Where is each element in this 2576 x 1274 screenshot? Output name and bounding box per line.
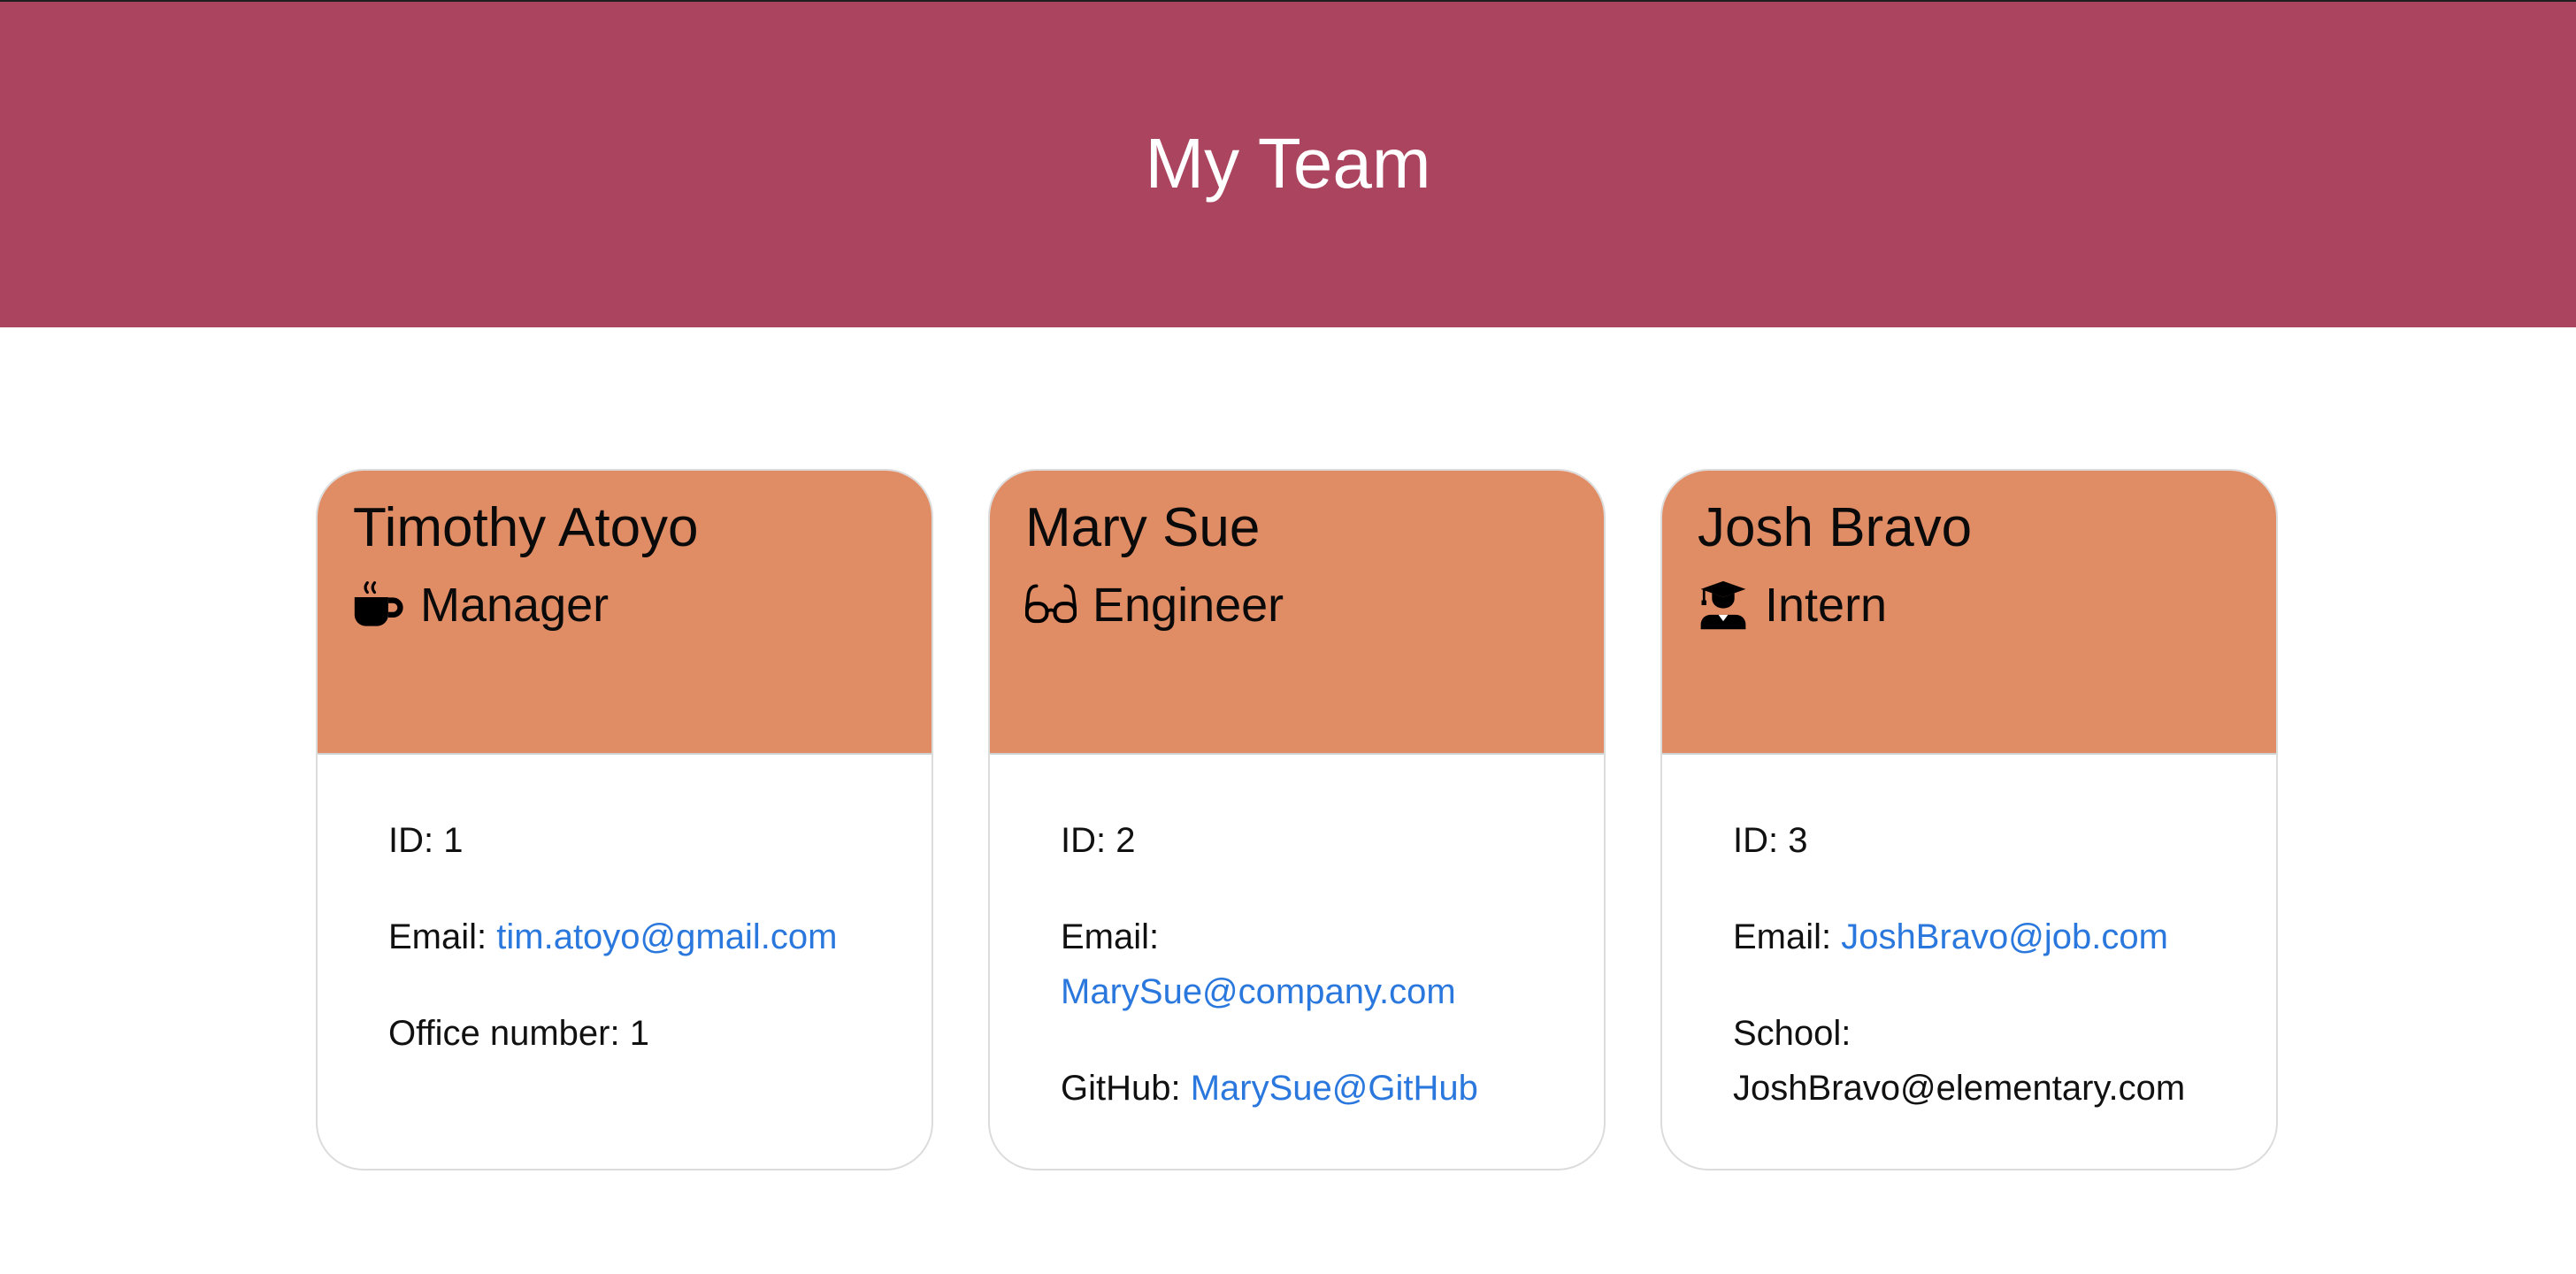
github-line: GitHub: MarySue@GitHub <box>1061 1061 1533 1116</box>
employee-email-line: Email: MarySue@company.com <box>1061 909 1533 1019</box>
glasses-icon <box>1025 579 1077 631</box>
office-number: Office number: 1 <box>388 1014 649 1053</box>
card-header: Timothy Atoyo Manager <box>318 471 932 755</box>
employee-id: ID: 2 <box>1061 821 1136 860</box>
card-body: ID: 3 Email: JoshBravo@job.com School: J… <box>1662 755 2276 1157</box>
role-label: Intern <box>1765 579 1888 632</box>
employee-role: Intern <box>1698 577 2241 633</box>
email-link[interactable]: tim.atoyo@gmail.com <box>496 917 837 956</box>
employee-name: Mary Sue <box>1025 497 1261 558</box>
email-link[interactable]: JoshBravo@job.com <box>1841 917 2168 956</box>
employee-id: ID: 3 <box>1733 821 1808 860</box>
employee-role: Engineer <box>1025 577 1568 633</box>
card-body: ID: 2 Email: MarySue@company.com GitHub:… <box>990 755 1604 1157</box>
email-label: Email: <box>1061 917 1160 956</box>
team-cards: Timothy Atoyo Manager ID: 1 Email: tim.a… <box>316 469 2278 1170</box>
card-header: Mary Sue Engineer <box>990 471 1604 755</box>
email-link[interactable]: MarySue@company.com <box>1061 972 1456 1011</box>
coffee-icon <box>353 579 404 631</box>
email-label: Email: <box>1733 917 1832 956</box>
card-body: ID: 1 Email: tim.atoyo@gmail.com Office … <box>318 755 932 1102</box>
employee-email-line: Email: tim.atoyo@gmail.com <box>388 909 861 964</box>
employee-card-engineer: Mary Sue Engineer ID: 2 Email: MarySue@c… <box>988 469 1606 1170</box>
graduate-icon <box>1698 579 1749 631</box>
page-title: My Team <box>1145 124 1431 203</box>
role-label: Engineer <box>1092 579 1284 632</box>
employee-email-line: Email: JoshBravo@job.com <box>1733 909 2205 964</box>
github-label: GitHub: <box>1061 1069 1181 1108</box>
email-label: Email: <box>388 917 487 956</box>
card-header: Josh Bravo Intern <box>1662 471 2276 755</box>
school-line: School: JoshBravo@elementary.com <box>1733 1006 2205 1116</box>
github-link[interactable]: MarySue@GitHub <box>1191 1069 1478 1108</box>
school-label: School: <box>1733 1014 1852 1053</box>
employee-name: Josh Bravo <box>1698 497 1973 558</box>
employee-id: ID: 1 <box>388 821 464 860</box>
employee-role: Manager <box>353 577 896 633</box>
employee-name: Timothy Atoyo <box>353 497 699 558</box>
role-label: Manager <box>420 579 610 632</box>
page-header: My Team <box>0 0 2576 327</box>
employee-card-manager: Timothy Atoyo Manager ID: 1 Email: tim.a… <box>316 469 933 1170</box>
school-value: JoshBravo@elementary.com <box>1733 1069 2186 1108</box>
employee-card-intern: Josh Bravo Intern ID: 3 Email: JoshBravo… <box>1660 469 2278 1170</box>
